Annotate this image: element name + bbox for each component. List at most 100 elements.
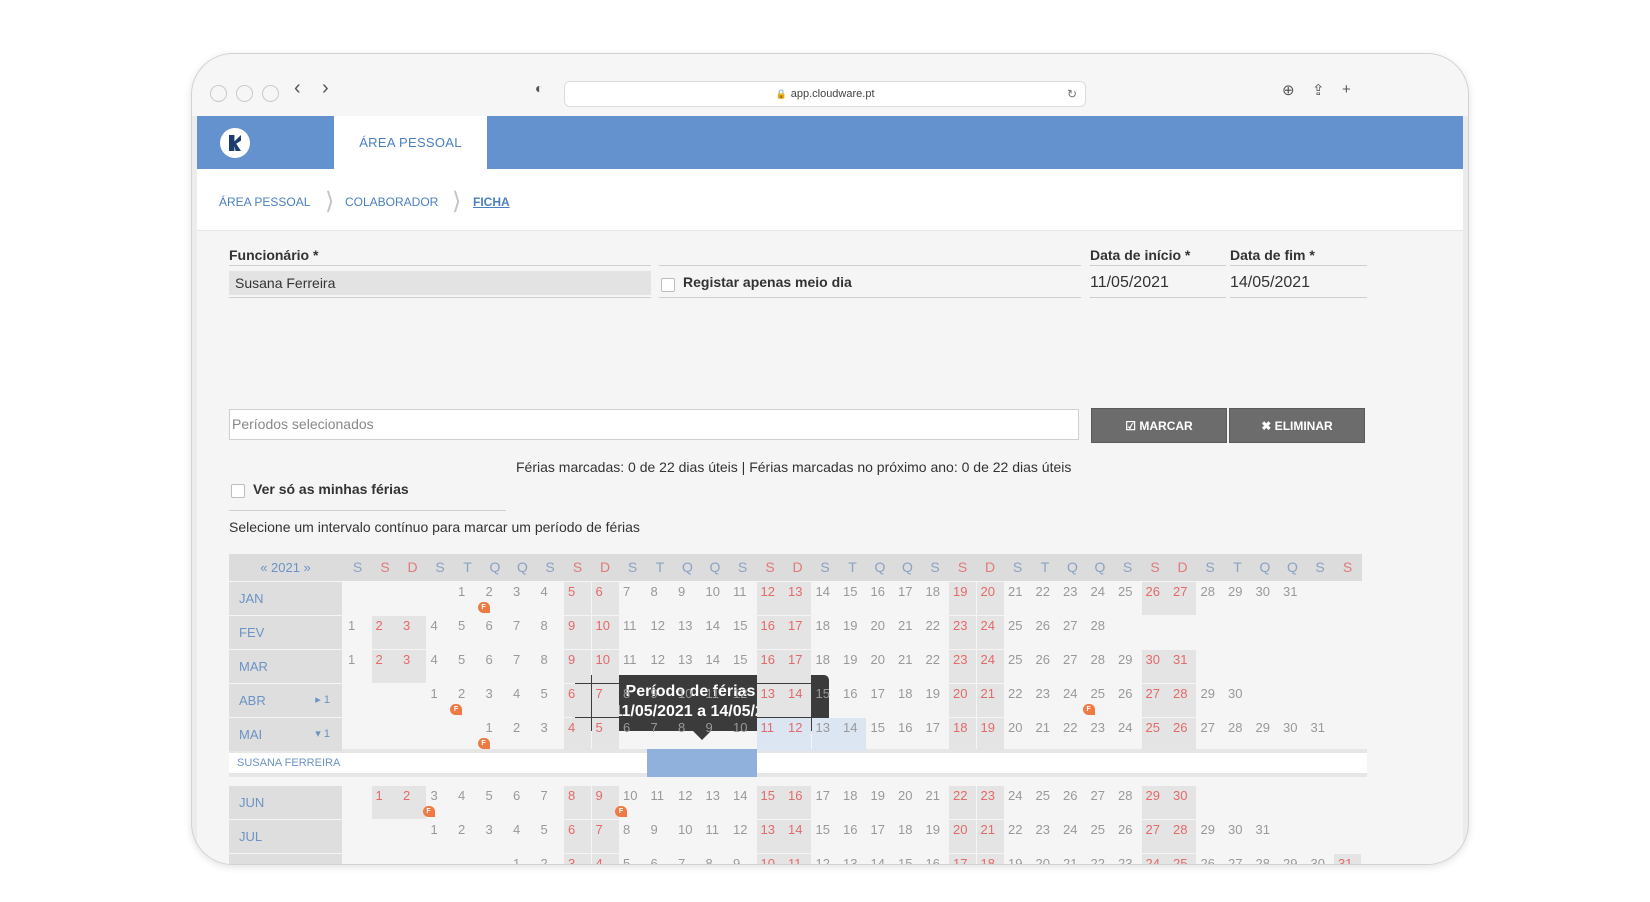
start-date-input[interactable]: 11/05/2021 — [1090, 274, 1169, 292]
calendar-day[interactable]: 22 — [949, 786, 976, 819]
calendar-day[interactable]: 17 — [922, 718, 949, 751]
calendar-day[interactable]: 31 — [1169, 650, 1196, 683]
year-navigator[interactable]: « 2021 » — [229, 554, 342, 581]
calendar-day[interactable]: 17 — [949, 854, 976, 864]
calendar-day[interactable]: 23 — [1032, 684, 1059, 717]
expand-toggle-icon[interactable]: ▾ 1 — [315, 718, 330, 751]
calendar-day[interactable]: 30 — [1224, 684, 1251, 717]
calendar-day[interactable]: 20 — [867, 616, 894, 649]
calendar-day[interactable]: 22 — [922, 650, 949, 683]
calendar-day[interactable]: 25 — [1141, 718, 1169, 751]
calendar-day[interactable]: 1 — [509, 854, 536, 864]
month-label[interactable]: ABR ▸ 1 — [229, 684, 342, 717]
calendar-day[interactable]: 22 — [1087, 854, 1114, 864]
calendar-day[interactable]: 8 — [702, 854, 729, 864]
calendar-day[interactable]: 18 — [812, 650, 839, 683]
calendar-day[interactable]: 8 — [537, 650, 564, 683]
share-icon[interactable]: ⇪ — [1312, 81, 1325, 99]
calendar-day[interactable]: 18 — [894, 820, 921, 853]
calendar-day[interactable]: 2 — [454, 820, 481, 853]
calendar-day[interactable]: 25 — [1087, 820, 1114, 853]
calendar-day[interactable]: 9 — [564, 650, 591, 683]
calendar-day[interactable]: 9 — [674, 582, 701, 615]
calendar-day[interactable]: 3 — [399, 616, 426, 649]
calendar-day[interactable]: 21 — [894, 616, 921, 649]
calendar-day[interactable]: 30 — [1141, 650, 1169, 683]
calendar-day[interactable]: 11 — [756, 718, 784, 751]
calendar-day[interactable]: 3 — [482, 820, 509, 853]
calendar-day[interactable]: 26 — [1114, 684, 1141, 717]
calendar-day[interactable]: 6 — [619, 718, 646, 751]
calendar-day[interactable]: 20 — [867, 650, 894, 683]
calendar-day[interactable]: 5 — [591, 718, 619, 751]
calendar-day[interactable]: 14 — [702, 650, 729, 683]
calendar-day[interactable]: 7 — [509, 650, 536, 683]
calendar-day[interactable]: 24 — [1059, 820, 1086, 853]
calendar-day[interactable]: 4 — [509, 820, 536, 853]
calendar-day[interactable]: 2F — [450, 684, 481, 717]
calendar-day[interactable]: 12 — [647, 650, 674, 683]
end-date-input[interactable]: 14/05/2021 — [1230, 274, 1310, 292]
window-close-icon[interactable] — [210, 85, 227, 102]
calendar-day[interactable]: 11 — [647, 786, 674, 819]
calendar-day[interactable]: 6 — [482, 650, 509, 683]
calendar-day[interactable]: 16 — [784, 786, 811, 819]
breadcrumb-colaborador[interactable]: COLABORADOR — [345, 195, 438, 209]
calendar-day[interactable]: 11 — [702, 820, 729, 853]
calendar-day[interactable]: 16 — [756, 616, 784, 649]
calendar-day[interactable]: 12 — [729, 820, 756, 853]
calendar-day[interactable]: 13 — [756, 684, 784, 717]
breadcrumb-ficha[interactable]: FICHA — [473, 195, 510, 209]
calendar-day[interactable]: 29 — [1141, 786, 1169, 819]
calendar-day[interactable]: 3 — [564, 854, 591, 864]
calendar-day[interactable]: 4 — [427, 616, 454, 649]
calendar-day[interactable]: 2 — [537, 854, 564, 864]
calendar-day[interactable]: 31 — [1252, 820, 1279, 853]
calendar-day[interactable]: 30 — [1279, 718, 1306, 751]
calendar-day[interactable]: 20 — [894, 786, 921, 819]
calendar-day[interactable]: 26 — [1032, 650, 1059, 683]
calendar-day[interactable]: 15 — [756, 786, 784, 819]
calendar-day[interactable]: 28 — [1224, 718, 1251, 751]
calendar-day[interactable]: 5 — [454, 650, 481, 683]
calendar-day[interactable]: 28 — [1197, 582, 1224, 615]
calendar-day[interactable]: 28 — [1087, 616, 1114, 649]
calendar-day[interactable]: 26 — [1059, 786, 1086, 819]
tab-area-pessoal[interactable]: ÁREA PESSOAL — [334, 116, 487, 169]
calendar-day[interactable]: 27 — [1059, 650, 1086, 683]
calendar-day[interactable]: 10 F — [615, 786, 646, 819]
calendar-day[interactable]: 13 — [702, 786, 729, 819]
calendar-day[interactable]: 30 — [1224, 820, 1251, 853]
calendar-day[interactable]: 26 — [1169, 718, 1196, 751]
half-day-checkbox[interactable] — [661, 278, 675, 292]
calendar-day[interactable]: 31 — [1334, 854, 1361, 864]
calendar-day[interactable]: 8 — [674, 718, 701, 751]
reload-icon[interactable]: ↻ — [1067, 82, 1077, 106]
calendar-day[interactable]: 18 — [949, 718, 976, 751]
calendar-day[interactable]: 25 — [1004, 650, 1031, 683]
calendar-day[interactable]: 5 — [537, 684, 564, 717]
calendar-day[interactable]: 8 — [619, 820, 646, 853]
calendar-day[interactable]: 6 — [564, 684, 591, 717]
calendar-day[interactable]: 4 — [509, 684, 536, 717]
calendar-day[interactable]: 19 — [976, 718, 1004, 751]
calendar-day[interactable]: 25 — [1004, 616, 1031, 649]
calendar-day[interactable]: 4 — [564, 718, 591, 751]
calendar-day[interactable]: 11 — [619, 650, 646, 683]
calendar-day[interactable]: 11 — [702, 684, 729, 717]
calendar-day[interactable]: 8 — [564, 786, 591, 819]
month-label[interactable]: FEV — [229, 616, 342, 649]
calendar-day[interactable]: 23 — [976, 786, 1004, 819]
calendar-day[interactable]: 1F — [477, 718, 509, 751]
calendar-day[interactable]: 6 — [509, 786, 536, 819]
calendar-day[interactable]: 29 — [1252, 718, 1279, 751]
calendar-day[interactable]: 12 — [647, 616, 674, 649]
only-mine-checkbox[interactable] — [231, 484, 245, 498]
calendar-day[interactable]: 2F — [477, 582, 509, 615]
calendar-day[interactable]: 7 — [674, 854, 701, 864]
calendar-day[interactable]: 16 — [894, 718, 921, 751]
calendar-day[interactable]: 5 — [454, 616, 481, 649]
breadcrumb-area-pessoal[interactable]: ÁREA PESSOAL — [219, 195, 310, 209]
calendar-day[interactable]: 27 — [1059, 616, 1086, 649]
calendar-day[interactable]: 18 — [812, 616, 839, 649]
